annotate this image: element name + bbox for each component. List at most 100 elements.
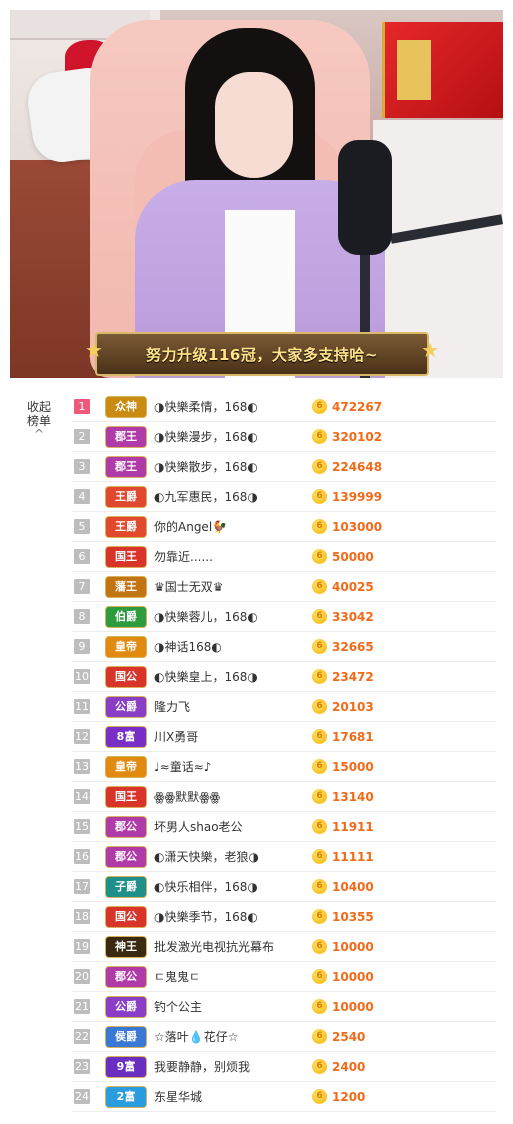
contribution-score: 2540 xyxy=(332,1030,366,1044)
user-name[interactable]: ◐快樂皇上，168◑ xyxy=(154,662,258,692)
rank-number: 20 xyxy=(74,969,90,984)
user-name[interactable]: ◐潇天快樂，老狼◑ xyxy=(154,842,259,872)
coin-icon: 6 xyxy=(312,699,327,714)
chevron-up-icon: ^ xyxy=(33,427,45,441)
coin-icon: 6 xyxy=(312,909,327,924)
noble-badge: 郡公 xyxy=(106,817,146,837)
coin-icon: 6 xyxy=(312,1089,327,1104)
user-name[interactable]: ♩≈童话≈♪ xyxy=(154,752,211,782)
ranking-row[interactable]: 15 郡公 坏男人shao老公 6 11911 xyxy=(72,812,496,842)
contribution-score: 10400 xyxy=(332,880,374,894)
coin-icon: 6 xyxy=(312,789,327,804)
user-name[interactable]: 坏男人shao老公 xyxy=(154,812,243,842)
noble-badge: 王爵 xyxy=(106,517,146,537)
user-name[interactable]: ◑快樂柔情，168◐ xyxy=(154,392,258,422)
user-name[interactable]: 我要静静，别烦我 xyxy=(154,1052,250,1082)
user-name[interactable]: ㄷ鬼鬼ㄷ xyxy=(154,962,200,992)
ranking-row[interactable]: 14 国王 ꙮꙮ默默ꙮꙮ 6 13140 xyxy=(72,782,496,812)
noble-badge: 9富 xyxy=(106,1057,146,1077)
user-name[interactable]: ◑快樂季节，168◐ xyxy=(154,902,258,932)
ranking-row[interactable]: 9 皇帝 ◑神话168◐ 6 32665 xyxy=(72,632,496,662)
user-name[interactable]: 勿靠近...... xyxy=(154,542,213,572)
ranking-row[interactable]: 5 王爵 你的Angel🐓 6 103000 xyxy=(72,512,496,542)
ranking-row[interactable]: 21 公爵 钓个公主 6 10000 xyxy=(72,992,496,1022)
noble-badge: 伯爵 xyxy=(106,607,146,627)
user-name[interactable]: ꙮꙮ默默ꙮꙮ xyxy=(154,782,220,812)
user-name[interactable]: ◑神话168◐ xyxy=(154,632,222,662)
ranking-row[interactable]: 17 子爵 ◐快乐相伴，168◑ 6 10400 xyxy=(72,872,496,902)
ranking-row[interactable]: 10 国公 ◐快樂皇上，168◑ 6 23472 xyxy=(72,662,496,692)
ranking-row[interactable]: 20 郡公 ㄷ鬼鬼ㄷ 6 10000 xyxy=(72,962,496,992)
rank-number: 8 xyxy=(74,609,90,624)
rank-number: 23 xyxy=(74,1059,90,1074)
user-name[interactable]: 川X勇哥 xyxy=(154,722,198,752)
ranking-row[interactable]: 6 国王 勿靠近...... 6 50000 xyxy=(72,542,496,572)
coin-icon: 6 xyxy=(312,459,327,474)
user-name[interactable]: ☆落叶💧花仔☆ xyxy=(154,1022,238,1052)
rank-number: 6 xyxy=(74,549,90,564)
ranking-row[interactable]: 23 9富 我要静静，别烦我 6 2400 xyxy=(72,1052,496,1082)
noble-badge: 郡公 xyxy=(106,847,146,867)
contribution-score: 1200 xyxy=(332,1090,366,1104)
coin-icon: 6 xyxy=(312,819,327,834)
contribution-score: 103000 xyxy=(332,520,383,534)
noble-badge: 8富 xyxy=(106,727,146,747)
contribution-score: 10000 xyxy=(332,970,374,984)
user-name[interactable]: ◐九军惠民，168◑ xyxy=(154,482,258,512)
coin-icon: 6 xyxy=(312,639,327,654)
rank-number: 17 xyxy=(74,879,90,894)
ranking-row[interactable]: 22 侯爵 ☆落叶💧花仔☆ 6 2540 xyxy=(72,1022,496,1052)
contribution-score: 10000 xyxy=(332,1000,374,1014)
noble-badge: 郡王 xyxy=(106,427,146,447)
ranking-row[interactable]: 11 公爵 隆力飞 6 20103 xyxy=(72,692,496,722)
user-name[interactable]: ◑快樂散步，168◐ xyxy=(154,452,258,482)
noble-badge: 众神 xyxy=(106,397,146,417)
user-name[interactable]: 批发激光电视抗光幕布 xyxy=(154,932,274,962)
star-icon: ★ xyxy=(421,338,439,362)
ranking-row[interactable]: 24 2富 东星华城 6 1200 xyxy=(72,1082,496,1112)
ranking-row[interactable]: 7 藩王 ♛国士无双♛ 6 40025 xyxy=(72,572,496,602)
rank-number: 1 xyxy=(74,399,90,414)
ranking-row[interactable]: 8 伯爵 ◑快樂蓉儿，168◐ 6 33042 xyxy=(72,602,496,632)
coin-icon: 6 xyxy=(312,429,327,444)
noble-badge: 神王 xyxy=(106,937,146,957)
ranking-row[interactable]: 12 8富 川X勇哥 6 17681 xyxy=(72,722,496,752)
coin-icon: 6 xyxy=(312,549,327,564)
ranking-row[interactable]: 3 郡王 ◑快樂散步，168◐ 6 224648 xyxy=(72,452,496,482)
rank-number: 4 xyxy=(74,489,90,504)
rank-number: 9 xyxy=(74,639,90,654)
coin-icon: 6 xyxy=(312,729,327,744)
collapse-ranking-button[interactable]: 收起榜单 ^ xyxy=(22,400,56,440)
user-name[interactable]: ♛国士无双♛ xyxy=(154,572,224,602)
user-name[interactable]: 你的Angel🐓 xyxy=(154,512,227,542)
contribution-score: 20103 xyxy=(332,700,374,714)
noble-badge: 国王 xyxy=(106,547,146,567)
user-name[interactable]: ◑快樂蓉儿，168◐ xyxy=(154,602,258,632)
ranking-row[interactable]: 16 郡公 ◐潇天快樂，老狼◑ 6 11111 xyxy=(72,842,496,872)
user-name[interactable]: 隆力飞 xyxy=(154,692,190,722)
contribution-score: 11911 xyxy=(332,820,374,834)
user-name[interactable]: 东星华城 xyxy=(154,1082,202,1112)
noble-badge: 国公 xyxy=(106,667,146,687)
rank-number: 21 xyxy=(74,999,90,1014)
ranking-row[interactable]: 13 皇帝 ♩≈童话≈♪ 6 15000 xyxy=(72,752,496,782)
ranking-row[interactable]: 2 郡王 ◑快樂漫步，168◐ 6 320102 xyxy=(72,422,496,452)
ranking-row[interactable]: 18 国公 ◑快樂季节，168◐ 6 10355 xyxy=(72,902,496,932)
contribution-score: 15000 xyxy=(332,760,374,774)
ranking-row[interactable]: 19 神王 批发激光电视抗光幕布 6 10000 xyxy=(72,932,496,962)
user-name[interactable]: ◑快樂漫步，168◐ xyxy=(154,422,258,452)
streamer-face xyxy=(215,72,293,178)
coin-icon: 6 xyxy=(312,609,327,624)
user-name[interactable]: ◐快乐相伴，168◑ xyxy=(154,872,258,902)
coin-icon: 6 xyxy=(312,849,327,864)
noble-badge: 郡王 xyxy=(106,457,146,477)
ranking-row[interactable]: 1 众神 ◑快樂柔情，168◐ 6 472267 xyxy=(72,392,496,422)
contribution-score: 17681 xyxy=(332,730,374,744)
noble-badge: 2富 xyxy=(106,1087,146,1107)
user-name[interactable]: 钓个公主 xyxy=(154,992,202,1022)
rank-number: 13 xyxy=(74,759,90,774)
ranking-row[interactable]: 4 王爵 ◐九军惠民，168◑ 6 139999 xyxy=(72,482,496,512)
coin-icon: 6 xyxy=(312,669,327,684)
contribution-score: 320102 xyxy=(332,430,383,444)
stream-video[interactable]: ★ 努力升级116冠，大家多支持哈~ ★ xyxy=(10,10,503,378)
